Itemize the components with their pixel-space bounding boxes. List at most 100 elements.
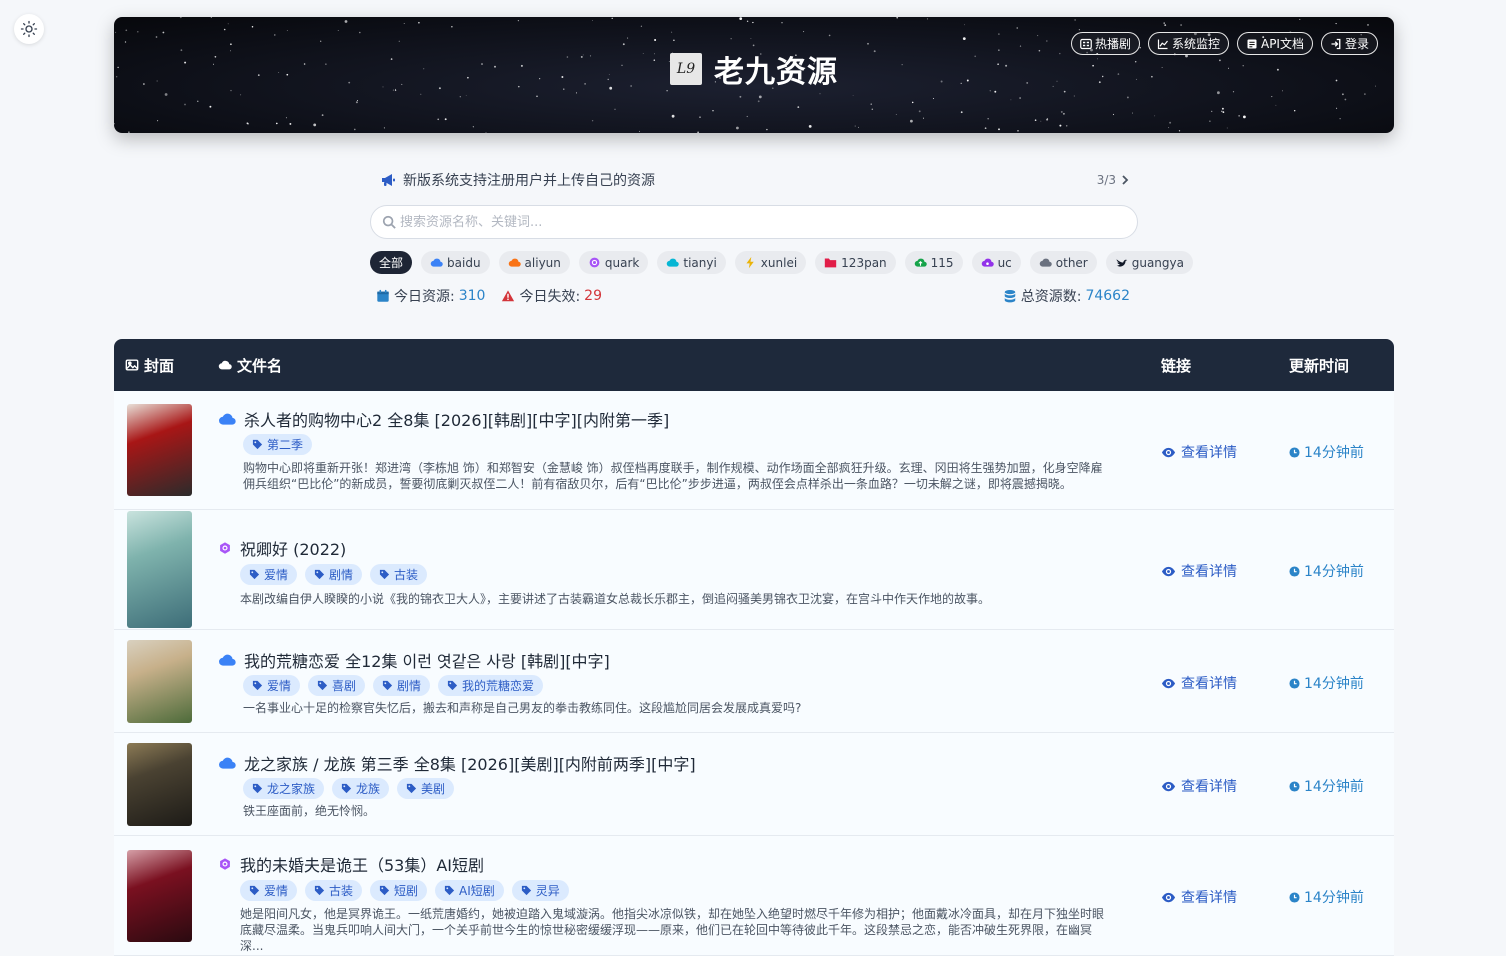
today-failed-value: 29	[584, 288, 602, 304]
image-icon	[125, 359, 139, 371]
tag-icon	[521, 885, 531, 896]
cover-image[interactable]	[127, 850, 192, 942]
cloud-icon	[430, 258, 443, 267]
tag-label: 爱情	[264, 884, 289, 898]
tag-chip[interactable]: 古装	[305, 880, 363, 901]
resource-title-line[interactable]: 龙之家族 / 龙族 第三季 全8集 [2026][美剧][内附前两季][中字]	[218, 751, 696, 775]
tag-chip[interactable]: 龙族	[332, 778, 390, 799]
calendar-icon	[377, 289, 389, 302]
nav-hot-dramas-button[interactable]: 热播剧	[1070, 32, 1140, 55]
total-resources-stat: 总资源数: 74662	[1003, 286, 1130, 306]
cloud-icon	[219, 654, 236, 666]
table-row[interactable]: 杀人者的购物中心2 全8集 [2026][韩剧][中字][内附第一季] 第二季 购物…	[114, 391, 1394, 510]
resource-title-line[interactable]: 我的荒糖恋爱 全12集 이런 엿같은 사랑 [韩剧][中字]	[218, 648, 610, 672]
tag-chip[interactable]: 灵异	[511, 880, 569, 901]
tag-chip[interactable]: AI短剧	[435, 880, 504, 901]
nav-login-button[interactable]: 登录	[1320, 32, 1378, 55]
filter-chip-aliyun[interactable]: aliyun	[498, 251, 570, 274]
resource-title[interactable]: 龙之家族 / 龙族 第三季 全8集 [2026][美剧][内附前两季][中字]	[244, 751, 696, 775]
column-header-name: 文件名	[218, 339, 282, 391]
tag-chip[interactable]: 爱情	[243, 675, 301, 696]
filter-chip-label: quark	[604, 255, 640, 270]
filter-chip-115[interactable]: 115	[904, 251, 963, 274]
filter-chip-label: uc	[997, 255, 1012, 270]
filter-chip-guangya[interactable]: guangya	[1105, 251, 1193, 274]
tag-chip[interactable]: 剧情	[305, 564, 363, 585]
tag-chip[interactable]: 古装	[370, 564, 428, 585]
filter-chip-xunlei[interactable]: xunlei	[734, 251, 807, 274]
cover-image[interactable]	[127, 743, 192, 826]
tag-chip[interactable]: 龙之家族	[243, 778, 325, 799]
tag-label: 古装	[329, 884, 354, 898]
resource-title[interactable]: 祝卿好 (2022)	[240, 536, 346, 560]
update-time: 14分钟前	[1289, 442, 1364, 462]
tag-label: 灵异	[535, 884, 560, 898]
column-header-name-label: 文件名	[237, 356, 283, 375]
sun-icon	[20, 20, 38, 38]
view-details-link[interactable]: 查看详情	[1161, 561, 1237, 581]
filter-chip-123pan[interactable]: 123pan	[815, 251, 896, 274]
clock-icon	[1289, 565, 1300, 577]
theme-toggle-button[interactable]	[14, 14, 44, 44]
nav-monitor-label: 系统监控	[1171, 37, 1220, 51]
view-details-link[interactable]: 查看详情	[1161, 673, 1237, 693]
view-details-label: 查看详情	[1181, 445, 1237, 461]
tag-chip[interactable]: 第二季	[243, 434, 313, 455]
filter-chip-quark[interactable]: quark	[578, 251, 649, 274]
tag-chip[interactable]: 短剧	[370, 880, 428, 901]
filter-chip-other[interactable]: other	[1029, 251, 1097, 274]
view-details-link[interactable]: 查看详情	[1161, 442, 1237, 462]
total-resources-value: 74662	[1085, 288, 1130, 304]
cover-image[interactable]	[127, 511, 192, 628]
tag-chip[interactable]: 爱情	[240, 564, 298, 585]
nav-api-docs-button[interactable]: API文档	[1236, 32, 1313, 55]
tag-label: 龙之家族	[267, 782, 316, 796]
table-row[interactable]: 我的荒糖恋爱 全12集 이런 엿같은 사랑 [韩剧][中字] 爱情 喜剧 剧情 我的荒糖…	[114, 630, 1394, 733]
filter-chip-tianyi[interactable]: tianyi	[657, 251, 726, 274]
announcement-bar: 新版系统支持注册用户并上传自己的资源 3/3	[380, 170, 1130, 190]
tag-chip[interactable]: 我的荒糖恋爱	[438, 675, 544, 696]
view-details-link[interactable]: 查看详情	[1161, 887, 1237, 907]
resource-title[interactable]: 杀人者的购物中心2 全8集 [2026][韩剧][中字][内附第一季]	[244, 407, 669, 431]
search-icon	[382, 215, 396, 229]
tag-chip[interactable]: 喜剧	[308, 675, 366, 696]
tag-chip[interactable]: 剧情	[373, 675, 431, 696]
filter-chip-label: other	[1055, 255, 1088, 270]
column-header-cover-label: 封面	[144, 356, 175, 375]
filter-chip-all[interactable]: 全部	[370, 251, 413, 274]
announcement-pager[interactable]: 3/3	[1097, 173, 1130, 187]
resource-title-line[interactable]: 祝卿好 (2022)	[218, 536, 346, 560]
table-row[interactable]: 我的未婚夫是诡王（53集）AI短剧 爱情 古装 短剧 AI短剧 灵异 她是阳间凡女，他是冥界…	[114, 836, 1394, 956]
cover-image[interactable]	[127, 640, 192, 723]
tag-icon	[341, 783, 352, 794]
tag-chip[interactable]: 美剧	[397, 778, 455, 799]
view-details-label: 查看详情	[1181, 676, 1237, 692]
site-title: 老九资源	[714, 55, 838, 90]
tag-icon	[379, 569, 390, 580]
update-time: 14分钟前	[1289, 887, 1364, 907]
cloud-upload-icon	[914, 258, 927, 267]
view-details-link[interactable]: 查看详情	[1161, 776, 1237, 796]
resource-title-line[interactable]: 我的未婚夫是诡王（53集）AI短剧	[218, 852, 484, 876]
nav-monitor-button[interactable]: 系统监控	[1147, 32, 1229, 55]
cover-image[interactable]	[127, 404, 192, 496]
eye-icon	[1161, 447, 1176, 457]
tag-list: 第二季	[243, 434, 313, 455]
clock-icon	[1289, 780, 1300, 792]
cloud-icon	[1039, 258, 1052, 267]
cloud-icon	[218, 360, 232, 370]
tag-chip[interactable]: 爱情	[240, 880, 298, 901]
tag-label: 第二季	[267, 438, 304, 452]
table-row[interactable]: 龙之家族 / 龙族 第三季 全8集 [2026][美剧][内附前两季][中字] 龙…	[114, 733, 1394, 836]
resource-title-line[interactable]: 杀人者的购物中心2 全8集 [2026][韩剧][中字][内附第一季]	[218, 407, 669, 431]
search-input[interactable]	[400, 207, 1137, 237]
tag-label: 龙族	[356, 782, 381, 796]
filter-chip-baidu[interactable]: baidu	[421, 251, 490, 274]
tag-icon	[379, 885, 390, 896]
resource-title[interactable]: 我的未婚夫是诡王（53集）AI短剧	[240, 852, 484, 876]
filter-chip-uc[interactable]: uc	[971, 251, 1021, 274]
tag-label: 喜剧	[332, 679, 357, 693]
resource-title[interactable]: 我的荒糖恋爱 全12集 이런 엿같은 사랑 [韩剧][中字]	[244, 648, 610, 672]
table-row[interactable]: 祝卿好 (2022) 爱情 剧情 古装 本剧改编自伊人睽睽的小说《我的锦衣卫大人》，主要…	[114, 510, 1394, 630]
cloud-icon	[667, 258, 680, 267]
